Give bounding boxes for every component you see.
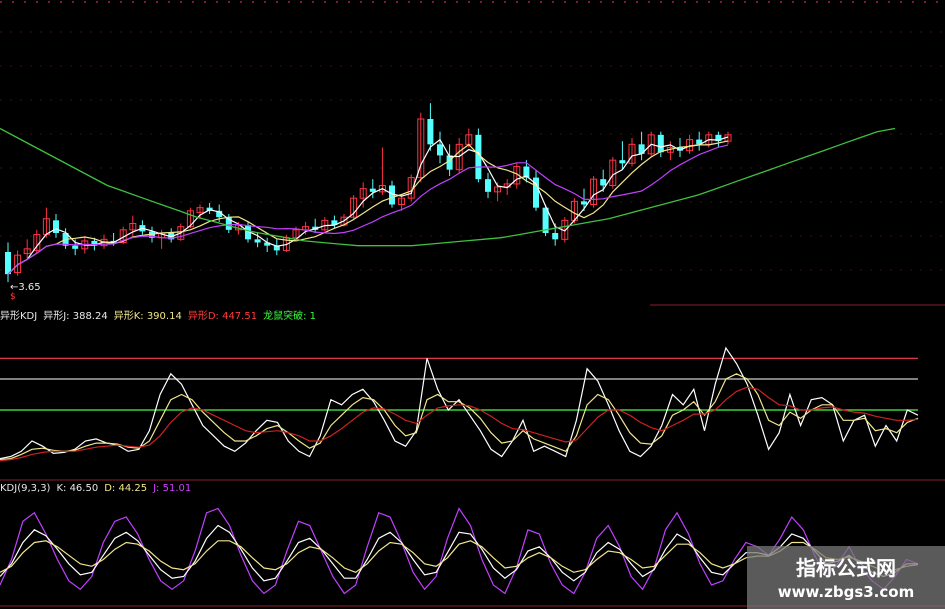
candle-body-57 <box>552 233 559 240</box>
candle-body-45 <box>437 144 443 156</box>
chart-grid <box>0 1 945 607</box>
candle-body-44 <box>427 119 434 145</box>
indicator-2-title: KDJ(9,3,3) <box>0 483 51 494</box>
candle-body-68 <box>657 134 664 153</box>
indicator-2-d: D: 44.25 <box>104 483 148 494</box>
indicator-1-d: 异形D: 447.51 <box>187 311 258 322</box>
candle-body-60 <box>581 201 587 205</box>
candle-body-62 <box>600 179 607 186</box>
candle-body-64 <box>619 160 626 164</box>
indicator-1-j: 异形J: 388.24 <box>43 311 108 322</box>
stock-chart <box>0 1 945 607</box>
watermark-title: 指标公式网 <box>796 556 896 580</box>
indicator-2-k: K: 46.50 <box>56 483 99 494</box>
moving-average-lines <box>0 127 896 275</box>
candle-body-0 <box>5 252 11 275</box>
indicator-2-header: KDJ(9,3,3) K: 46.50 D: 44.25 J: 51.01 <box>0 483 197 494</box>
indicator-1-name: 异形KDJ <box>0 311 38 322</box>
indicator-1-k: 异形K: 390.14 <box>113 311 182 322</box>
candle-body-26 <box>254 239 261 243</box>
low-marker: $ <box>10 292 16 302</box>
indicator-1-signal: 龙鼠突破: 1 <box>263 311 316 322</box>
candle-body-5 <box>53 220 59 233</box>
candlestick-series <box>5 103 732 283</box>
candle-body-7 <box>72 245 79 249</box>
watermark-url: www.zbgs3.com <box>777 583 915 601</box>
candle-body-50 <box>485 179 491 192</box>
indicator-panel-1 <box>0 346 919 462</box>
candle-body-40 <box>389 185 395 205</box>
indicator-1-header: 异形KDJ 异形J: 388.24 异形K: 390.14 异形D: 447.51 龙鼠… <box>0 307 322 322</box>
ma-line-3 <box>7 136 729 275</box>
watermark-badge: 指标公式网 www.zbgs3.com <box>747 546 945 609</box>
indicator-2-j: J: 51.01 <box>153 483 192 494</box>
ind1-series-0 <box>0 346 919 460</box>
ma-line-long <box>0 127 896 247</box>
